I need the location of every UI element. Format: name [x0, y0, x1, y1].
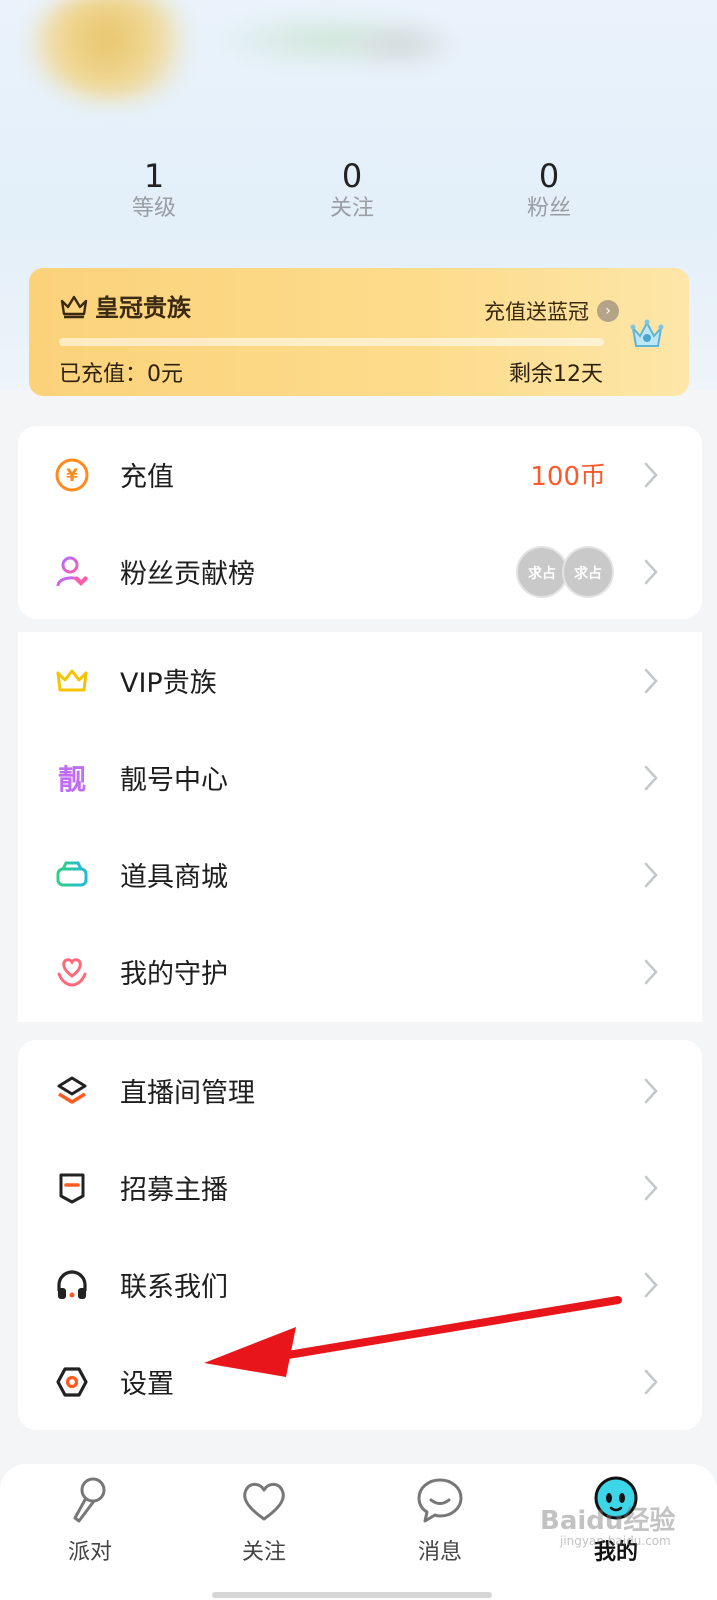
- watermark-logo: Baidu经验: [540, 1506, 676, 1536]
- chevron-right-icon: [644, 1175, 658, 1200]
- wallet-panel: ¥ 充值 100币 粉丝贡献榜 求占 求占: [18, 426, 702, 619]
- shield-tag-icon: [54, 1170, 90, 1206]
- home-indicator: [212, 1592, 492, 1598]
- hexagon-settings-icon: [54, 1364, 90, 1400]
- chevron-right-icon: [644, 1078, 658, 1103]
- fan-user-icon: [54, 554, 90, 590]
- watermark-url: jingyan.baidu.com: [560, 1534, 671, 1548]
- menu-item-recruit-streamer[interactable]: 招募主播: [18, 1139, 702, 1236]
- chevron-right-icon: [644, 765, 658, 790]
- menu-item-label: 靓号中心: [120, 765, 228, 796]
- crown-icon: [54, 663, 90, 699]
- menu-item-settings[interactable]: 设置: [18, 1333, 702, 1430]
- stat-fans[interactable]: 0 粉丝: [479, 158, 619, 224]
- stat-level[interactable]: 1 等级: [84, 158, 224, 224]
- privileges-panel: VIP贵族 靓 靓号中心 道具商城 我的守护: [18, 632, 702, 1022]
- stat-value: 0: [538, 157, 560, 195]
- tab-label: 关注: [241, 1540, 286, 1565]
- recharge-promo-link[interactable]: 充值送蓝冠 ›: [484, 296, 619, 326]
- chevron-right-icon: [644, 462, 658, 487]
- menu-item-contact-us[interactable]: 联系我们: [18, 1236, 702, 1333]
- stat-label: 粉丝: [526, 196, 571, 221]
- tab-label: 派对: [67, 1540, 112, 1565]
- menu-item-label: 充值: [120, 462, 174, 493]
- heart-icon: [243, 1482, 285, 1521]
- promo-text: 充值送蓝冠: [484, 300, 589, 324]
- chevron-right-icon: [644, 1272, 658, 1297]
- headphones-icon: [54, 1267, 90, 1303]
- tab-messages[interactable]: 消息: [380, 1474, 500, 1566]
- menu-item-label: 设置: [120, 1369, 174, 1400]
- chevron-right-icon: [644, 862, 658, 887]
- tab-label: 消息: [417, 1540, 462, 1565]
- menu-item-fan-ranking[interactable]: 粉丝贡献榜 求占 求占: [18, 523, 702, 620]
- vip-progress-bar: [59, 338, 604, 346]
- chevron-right-icon: [644, 959, 658, 984]
- chevron-right-icon: [644, 668, 658, 693]
- menu-item-recharge[interactable]: ¥ 充值 100币: [18, 426, 702, 523]
- layers-icon: [54, 1073, 90, 1109]
- stat-label: 等级: [131, 196, 176, 221]
- stat-following[interactable]: 0 关注: [282, 158, 422, 224]
- top-fans-badges: 求占 求占: [516, 545, 614, 598]
- crown-outline-icon: [60, 295, 88, 318]
- guard-heart-icon: [54, 954, 90, 990]
- stat-value: 0: [341, 157, 363, 195]
- svg-text:¥: ¥: [66, 466, 78, 486]
- crown-noble-card[interactable]: 皇冠贵族 充值送蓝冠 › 已充值：0元 剩余12天: [29, 268, 689, 396]
- vip-title-text: 皇冠贵族: [95, 294, 191, 322]
- menu-item-vip[interactable]: VIP贵族: [18, 632, 702, 729]
- recharged-amount: 已充值：0元: [59, 362, 183, 387]
- blue-crown-icon: [630, 319, 664, 347]
- services-panel: 直播间管理 招募主播 联系我们 设置: [18, 1040, 702, 1430]
- tab-follow[interactable]: 关注: [204, 1474, 324, 1566]
- menu-item-label: 道具商城: [120, 862, 228, 893]
- chevron-right-icon: [644, 559, 658, 584]
- chevron-right-icon: [644, 1369, 658, 1394]
- microphone-icon: [73, 1477, 106, 1523]
- empty-seat-badge: 求占: [516, 545, 568, 598]
- stat-label: 关注: [329, 196, 374, 221]
- chevron-right-circle-icon: ›: [597, 300, 619, 322]
- vip-card-title: 皇冠贵族: [59, 288, 191, 323]
- menu-item-label: 我的守护: [120, 959, 228, 990]
- user-id-blurred: [340, 20, 460, 70]
- days-remaining: 剩余12天: [509, 362, 603, 387]
- tab-party[interactable]: 派对: [30, 1474, 150, 1566]
- chat-bubble-icon: [417, 1478, 463, 1523]
- menu-item-label: 联系我们: [120, 1272, 228, 1303]
- coin-balance: 100币: [530, 462, 606, 492]
- empty-seat-badge: 求占: [562, 545, 614, 598]
- menu-item-label: VIP贵族: [120, 668, 217, 699]
- yuan-coin-icon: ¥: [54, 457, 90, 493]
- menu-item-label: 粉丝贡献榜: [120, 559, 255, 590]
- menu-item-label: 直播间管理: [120, 1078, 255, 1109]
- pretty-number-icon: 靓: [57, 762, 86, 796]
- avatar[interactable]: [30, 0, 200, 100]
- menu-item-live-room-manage[interactable]: 直播间管理: [18, 1042, 702, 1139]
- menu-item-label: 招募主播: [120, 1175, 228, 1206]
- car-icon: [54, 857, 90, 893]
- menu-item-pretty-number[interactable]: 靓 靓号中心: [18, 729, 702, 826]
- stat-value: 1: [143, 157, 165, 195]
- menu-item-my-guard[interactable]: 我的守护: [18, 923, 702, 1020]
- menu-item-prop-shop[interactable]: 道具商城: [18, 826, 702, 923]
